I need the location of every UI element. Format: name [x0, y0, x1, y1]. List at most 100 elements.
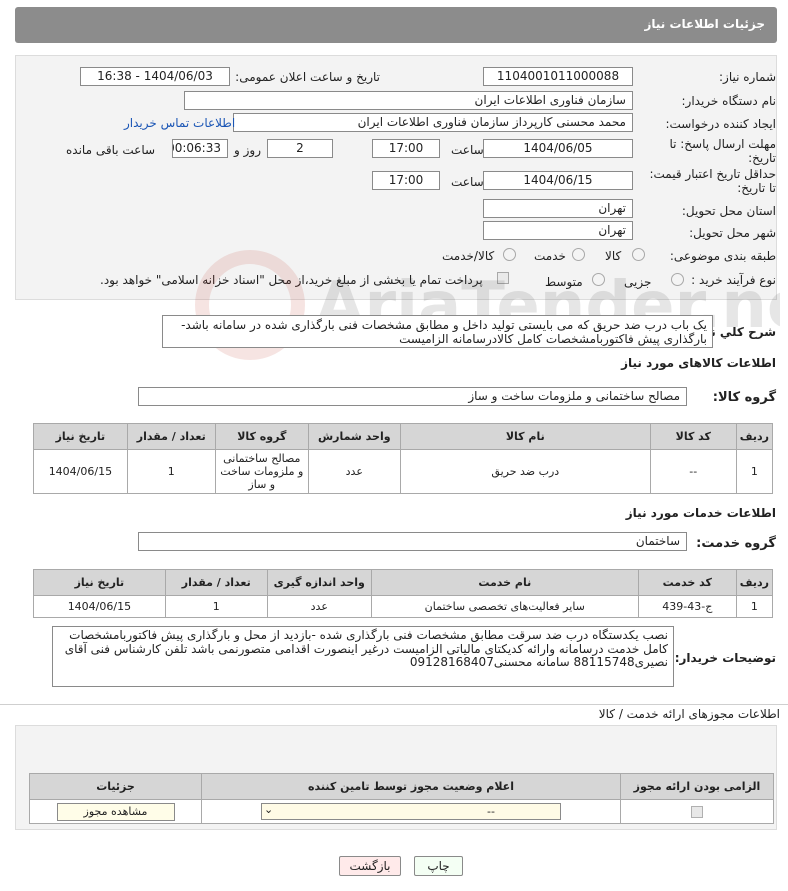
services-col-unit: واحد اندازه گیری: [266, 569, 372, 596]
city-label: شهر محل تحویل:: [689, 226, 776, 240]
permits-status-cell: -- ⌄: [201, 799, 621, 824]
goods-cell-row: 1: [735, 449, 774, 494]
process-radio-medium[interactable]: [592, 273, 605, 286]
permits-divider: [0, 704, 788, 705]
buyer-org-field: سازمان فناوری اطلاعات ایران: [184, 91, 633, 110]
services-cell-unit: عدد: [266, 595, 372, 618]
services-section-title: اطلاعات خدمات مورد نیاز: [625, 506, 776, 520]
deadline-label: مهلت ارسال پاسخ: تا تاریخ:: [669, 137, 776, 165]
process-option-minor: جزیی: [624, 275, 652, 289]
province-field: تهران: [483, 199, 633, 218]
goods-table-header: ردیف کد کالا نام کالا واحد شمارش گروه کا…: [33, 423, 774, 450]
price-date-field: 1404/06/15: [483, 171, 633, 190]
table-row: 1 -- درب ضد حریق عدد مصالح ساختمانی و مل…: [33, 449, 774, 494]
category-radio-goods[interactable]: [632, 248, 645, 261]
goods-col-name: نام کالا: [399, 423, 651, 450]
permit-status-value: --: [487, 805, 495, 818]
goods-col-row: ردیف: [735, 423, 774, 450]
page-title: جزئیات اطلاعات نیاز: [644, 17, 765, 31]
permit-status-select[interactable]: -- ⌄: [261, 803, 561, 820]
services-cell-date: 1404/06/15: [33, 595, 166, 618]
city-field: تهران: [483, 221, 633, 240]
table-row: -- ⌄ مشاهده مجوز: [29, 799, 774, 824]
goods-section-title: اطلاعات کالاهای مورد نیاز: [621, 356, 776, 370]
goods-col-qty: تعداد / مقدار: [126, 423, 216, 450]
permits-col-details: جزئیات: [29, 773, 202, 800]
creator-field: محمد محسنی کارپرداز سازمان فناوری اطلاعا…: [233, 113, 633, 132]
goods-cell-unit: عدد: [307, 449, 401, 494]
creator-label: ایجاد کننده درخواست:: [665, 117, 776, 131]
treasury-payment-checkbox[interactable]: [497, 272, 509, 284]
services-col-qty: تعداد / مقدار: [164, 569, 268, 596]
category-option-goods: کالا: [605, 249, 622, 263]
buyer-org-label: نام دستگاه خریدار:: [681, 94, 777, 108]
permits-col-required: الزامی بودن ارائه مجوز: [620, 773, 774, 800]
goods-col-unit: واحد شمارش: [307, 423, 401, 450]
need-number-label: شماره نیاز:: [719, 70, 776, 84]
permits-col-status: اعلام وضعیت مجوز توسط تامین کننده: [201, 773, 621, 800]
back-button[interactable]: بازگشت: [339, 856, 401, 876]
goods-col-date: تاریخ نیاز: [33, 423, 128, 450]
category-option-service: خدمت: [534, 249, 566, 263]
goods-col-group: گروه کالا: [214, 423, 309, 450]
services-table-header: ردیف کد خدمت نام خدمت واحد اندازه گیری ت…: [33, 569, 774, 596]
services-group-field: ساختمان: [138, 532, 687, 551]
category-option-goods-service: کالا/خدمت: [442, 249, 495, 263]
category-radio-service[interactable]: [572, 248, 585, 261]
payment-note: پرداخت تمام یا بخشی از مبلغ خرید،از محل …: [100, 273, 483, 287]
goods-cell-name: درب ضد حریق: [399, 449, 651, 494]
page-header: جزئیات اطلاعات نیاز: [15, 7, 777, 43]
services-group-label: گروه خدمت:: [696, 536, 776, 551]
goods-group-label: گروه کالا:: [712, 390, 776, 405]
goods-group-field: مصالح ساختمانی و ملزومات ساخت و ساز: [138, 387, 687, 406]
deadline-time-label: ساعت: [451, 143, 484, 157]
goods-cell-group: مصالح ساختمانی و ملزومات ساخت و ساز: [214, 449, 309, 494]
permits-details-cell: مشاهده مجوز: [29, 799, 202, 824]
buyer-notes-textarea[interactable]: نصب یکدستگاه درب ضد سرقت مطابق مشخصات فن…: [52, 626, 674, 687]
category-label: طبقه بندی موضوعی:: [669, 249, 776, 263]
goods-cell-qty: 1: [126, 449, 216, 494]
goods-table: ردیف کد کالا نام کالا واحد شمارش گروه کا…: [33, 423, 774, 494]
goods-cell-code: --: [649, 449, 737, 494]
table-row: 1 ج-43-439 سایر فعالیت‌های تخصصی ساختمان…: [33, 595, 774, 618]
price-time-field: 17:00: [372, 171, 440, 190]
permits-table-header: الزامی بودن ارائه مجوز اعلام وضعیت مجوز …: [29, 773, 774, 800]
services-cell-qty: 1: [164, 595, 268, 618]
remaining-time-field: 00:06:33: [172, 139, 228, 158]
services-col-name: نام خدمت: [370, 569, 639, 596]
days-field: 2: [267, 139, 333, 158]
province-label: استان محل تحویل:: [681, 204, 776, 218]
buyer-notes-label: توضیحات خریدار:: [674, 651, 776, 665]
process-option-medium: متوسط: [545, 275, 583, 289]
price-validity-label: حداقل تاریخ اعتبار قیمت: تا تاریخ:: [649, 167, 776, 195]
print-button[interactable]: چاپ: [414, 856, 463, 876]
services-cell-code: ج-43-439: [637, 595, 737, 618]
deadline-date-field: 1404/06/05: [483, 139, 633, 158]
services-col-code: کد خدمت: [637, 569, 737, 596]
permits-table: الزامی بودن ارائه مجوز اعلام وضعیت مجوز …: [29, 773, 774, 824]
goods-cell-date: 1404/06/15: [33, 449, 128, 494]
permit-required-checkbox[interactable]: [691, 806, 703, 818]
services-col-date: تاریخ نیاز: [33, 569, 166, 596]
permits-section-title: اطلاعات مجوزهای ارائه خدمت / کالا: [598, 707, 780, 721]
services-col-row: ردیف: [735, 569, 774, 596]
services-cell-name: سایر فعالیت‌های تخصصی ساختمان: [370, 595, 639, 618]
deadline-time-field: 17:00: [372, 139, 440, 158]
permits-required-cell: [620, 799, 774, 824]
description-textarea[interactable]: یک باب درب ضد حریق که می بایستی تولید دا…: [162, 315, 713, 348]
price-time-label: ساعت: [451, 175, 484, 189]
announce-field: 1404/06/03 - 16:38: [80, 67, 230, 86]
remaining-label: ساعت باقی مانده: [66, 143, 156, 157]
chevron-down-icon: ⌄: [264, 803, 274, 816]
category-radio-goods-service[interactable]: [503, 248, 516, 261]
process-label: نوع فرآیند خرید :: [691, 273, 776, 287]
goods-col-code: کد کالا: [649, 423, 737, 450]
services-table: ردیف کد خدمت نام خدمت واحد اندازه گیری ت…: [33, 569, 774, 618]
buyer-contact-link[interactable]: اطلاعات تماس خریدار: [124, 116, 235, 130]
view-permit-button[interactable]: مشاهده مجوز: [56, 802, 175, 821]
announce-label: تاریخ و ساعت اعلان عمومی:: [235, 70, 380, 84]
process-radio-minor[interactable]: [671, 273, 684, 286]
days-label: روز و: [234, 143, 261, 157]
services-cell-row: 1: [735, 595, 774, 618]
need-number-field: 1104001011000088: [483, 67, 633, 86]
